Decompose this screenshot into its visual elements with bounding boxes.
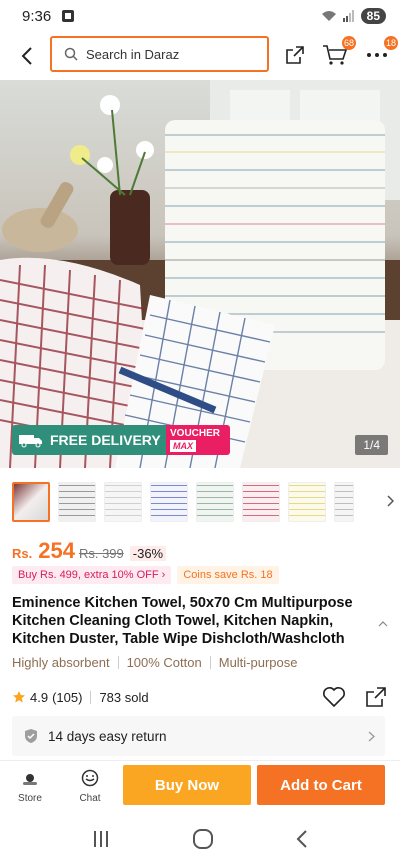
buy-now-button[interactable]: Buy Now bbox=[123, 765, 251, 805]
chevron-up-icon bbox=[378, 621, 388, 627]
voucher-max-label: MAX bbox=[170, 440, 196, 452]
chat-button[interactable]: Chat bbox=[70, 769, 110, 804]
thumbnail-4[interactable] bbox=[150, 482, 188, 522]
cart-button[interactable]: 68 bbox=[320, 36, 356, 70]
signal-icon bbox=[342, 10, 354, 22]
bottom-action-bar: Store Chat Buy Now Add to Cart bbox=[0, 760, 400, 810]
status-time: 9:36 bbox=[22, 7, 52, 25]
store-button[interactable]: Store bbox=[10, 769, 50, 804]
back-arrow-icon bbox=[21, 47, 32, 65]
search-input[interactable] bbox=[86, 46, 246, 62]
more-button[interactable]: 18 bbox=[362, 36, 398, 70]
promo-row: Buy Rs. 499, extra 10% OFF › Coins save … bbox=[12, 566, 279, 584]
image-page-indicator: 1/4 bbox=[355, 435, 388, 455]
search-bar[interactable] bbox=[50, 36, 269, 72]
delivery-truck-icon bbox=[19, 435, 42, 448]
price-currency: Rs. bbox=[12, 546, 33, 561]
title-collapse-button[interactable] bbox=[378, 614, 388, 632]
divider bbox=[209, 656, 211, 669]
free-delivery-text: FREE DELIVERY bbox=[50, 432, 161, 448]
product-title: Eminence Kitchen Towel, 50x70 Cm Multipu… bbox=[12, 595, 353, 647]
thumbnail-strip bbox=[12, 482, 392, 524]
status-bar: 9:36 85 bbox=[0, 0, 400, 32]
chevron-right-icon bbox=[368, 731, 375, 741]
home-icon[interactable] bbox=[192, 828, 214, 850]
feature-tag: Highly absorbent bbox=[12, 655, 110, 670]
system-navigation-bar bbox=[0, 812, 400, 866]
price-row: Rs. 254 Rs. 399 -36% bbox=[12, 538, 167, 564]
free-delivery-badge: FREE DELIVERY bbox=[12, 425, 166, 455]
feature-tag: 100% Cotton bbox=[126, 655, 202, 670]
return-policy-row[interactable]: 14 days easy return bbox=[12, 716, 385, 756]
voucher-label: VOUCHER bbox=[170, 428, 221, 439]
rating-row: 4.9 (105) 783 sold bbox=[12, 684, 388, 710]
voucher-max-badge: VOUCHER MAX bbox=[166, 425, 230, 455]
shield-icon bbox=[25, 729, 37, 743]
battery-indicator: 85 bbox=[360, 8, 386, 24]
share-button[interactable] bbox=[280, 40, 310, 70]
share-icon[interactable] bbox=[364, 686, 388, 708]
system-back-icon[interactable] bbox=[295, 829, 309, 849]
buy-promo-tag[interactable]: Buy Rs. 499, extra 10% OFF › bbox=[12, 566, 172, 584]
coins-promo-tag[interactable]: Coins save Rs. 18 bbox=[177, 566, 279, 584]
thumbnail-7[interactable] bbox=[288, 482, 326, 522]
back-button[interactable] bbox=[12, 41, 42, 71]
feature-tags: Highly absorbent 100% Cotton Multi-purpo… bbox=[12, 655, 298, 670]
top-header: 68 18 bbox=[0, 34, 400, 78]
thumbnail-3[interactable] bbox=[104, 482, 142, 522]
buy-promo-text: Buy Rs. 499, extra 10% OFF bbox=[18, 569, 159, 581]
review-count[interactable]: (105) bbox=[52, 690, 82, 705]
wifi-icon bbox=[321, 11, 336, 21]
sold-count: 783 sold bbox=[99, 689, 149, 705]
notification-icon bbox=[62, 10, 75, 22]
product-image-carousel[interactable]: FREE DELIVERY VOUCHER MAX 1/4 bbox=[0, 80, 400, 468]
more-icon bbox=[367, 53, 387, 57]
cart-badge: 68 bbox=[341, 36, 356, 50]
thumbnail-8[interactable] bbox=[334, 482, 354, 522]
more-badge: 18 bbox=[383, 36, 398, 50]
chat-icon bbox=[81, 769, 99, 787]
store-icon bbox=[23, 774, 37, 785]
chat-label: Chat bbox=[79, 793, 101, 804]
add-to-cart-button[interactable]: Add to Cart bbox=[257, 765, 385, 805]
rating-value[interactable]: 4.9 bbox=[30, 690, 48, 705]
return-policy-text: 14 days easy return bbox=[48, 728, 167, 744]
share-icon bbox=[286, 46, 304, 64]
search-icon bbox=[64, 47, 78, 61]
chevron-right-icon bbox=[387, 495, 395, 507]
star-icon bbox=[13, 691, 25, 703]
divider bbox=[117, 656, 119, 669]
heart-icon[interactable] bbox=[322, 686, 346, 708]
thumbnail-5[interactable] bbox=[196, 482, 234, 522]
store-label: Store bbox=[18, 793, 42, 804]
divider bbox=[90, 690, 92, 704]
discount-badge: -36% bbox=[129, 546, 167, 561]
recent-apps-icon[interactable] bbox=[91, 830, 111, 848]
product-photo bbox=[0, 80, 400, 468]
product-actions bbox=[322, 686, 388, 708]
thumbnails-next-button[interactable] bbox=[386, 494, 395, 512]
feature-tag: Multi-purpose bbox=[218, 655, 298, 670]
original-price: Rs. 399 bbox=[78, 546, 124, 561]
thumbnail-1[interactable] bbox=[12, 482, 50, 522]
thumbnail-2[interactable] bbox=[58, 482, 96, 522]
current-price: 254 bbox=[38, 538, 75, 563]
thumbnail-6[interactable] bbox=[242, 482, 280, 522]
